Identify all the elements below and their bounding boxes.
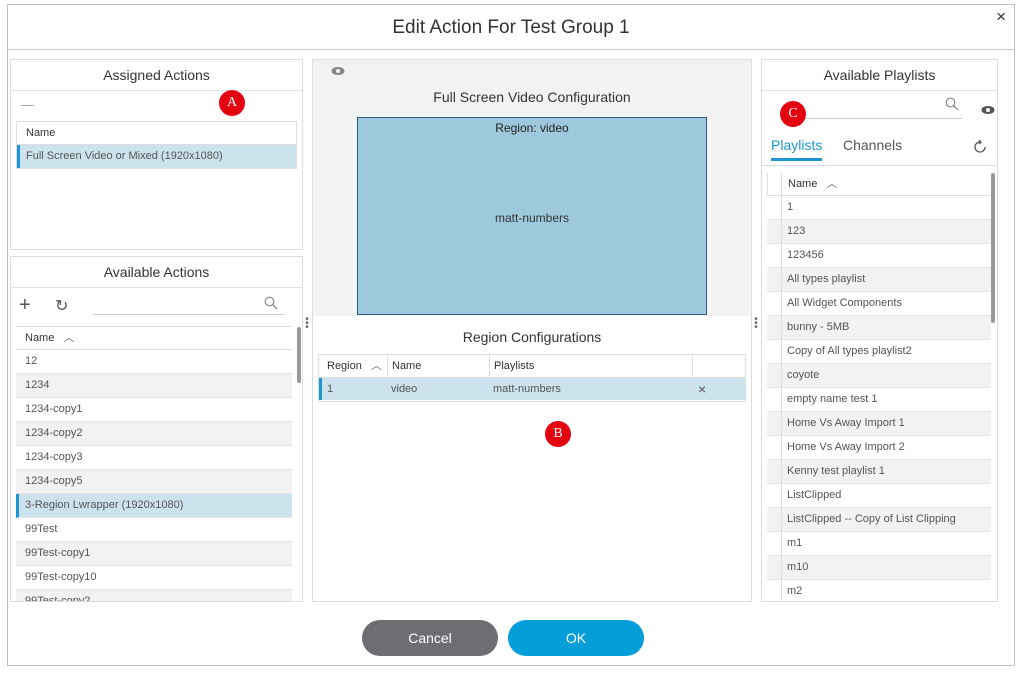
action-row[interactable]: 99Test-copy2: [16, 590, 292, 601]
eye-icon[interactable]: [331, 66, 345, 76]
action-row[interactable]: 1234-copy3: [16, 446, 292, 470]
region-video-box[interactable]: Region: video matt-numbers: [357, 117, 707, 315]
playlist-row[interactable]: All Widget Components: [767, 292, 991, 316]
available-actions-panel: Available Actions + ↻ Name ︿ 12 1234 123…: [10, 256, 303, 602]
playlist-row[interactable]: Home Vs Away Import 2: [767, 436, 991, 460]
header-divider: [692, 355, 693, 377]
region-playlist-label: matt-numbers: [494, 211, 570, 225]
playlists-search-input[interactable]: [802, 118, 962, 119]
remove-action-icon[interactable]: —: [11, 91, 302, 121]
playlist-row[interactable]: ListClipped -- Copy of List Clipping: [767, 508, 991, 532]
playlist-row[interactable]: m2: [767, 580, 991, 601]
playlist-row[interactable]: coyote: [767, 364, 991, 388]
row-name: video: [391, 383, 418, 395]
annotation-badge-b: B: [545, 421, 571, 447]
row-region: 1: [327, 383, 334, 395]
action-row[interactable]: 99Test-copy1: [16, 542, 292, 566]
region-config-table: Region ︿ Name Playlists 1 video matt-num…: [318, 354, 746, 402]
action-row[interactable]: 1234-copy5: [16, 470, 292, 494]
playlist-row[interactable]: Kenny test playlist 1: [767, 460, 991, 484]
region-configurations-title: Region Configurations: [462, 329, 602, 345]
playlist-row[interactable]: ListClipped: [767, 484, 991, 508]
tab-playlists[interactable]: Playlists: [771, 137, 823, 161]
assigned-actions-table: Name Full Screen Video or Mixed (1920x10…: [16, 121, 297, 169]
sort-asc-icon: ︿: [826, 178, 838, 190]
assigned-actions-panel: Assigned Actions — Name Full Screen Vide…: [10, 59, 303, 250]
action-row[interactable]: 1234-copy1: [16, 398, 292, 422]
playlists-tabs: Playlists Channels: [762, 131, 997, 166]
region-label: Region: video: [495, 121, 569, 135]
preview-title: Full Screen Video Configuration: [433, 89, 631, 105]
row-selector-column: [767, 173, 782, 601]
annotation-badge-a: A: [219, 90, 245, 116]
region-col-header[interactable]: Region ︿: [327, 355, 382, 377]
playlists-list: Name ︿ 1 123 123456 All types playlist A…: [767, 173, 991, 601]
eye-icon[interactable]: [981, 105, 995, 115]
action-row[interactable]: 1234: [16, 374, 292, 398]
playlist-row[interactable]: empty name test 1: [767, 388, 991, 412]
playlists-scrollbar[interactable]: [991, 173, 995, 323]
playlist-row[interactable]: 123: [767, 220, 991, 244]
actions-name-header[interactable]: Name ︿: [16, 327, 292, 350]
sort-asc-icon: ︿: [63, 332, 75, 344]
region-config-row[interactable]: 1 video matt-numbers ×: [319, 378, 745, 400]
actions-name-header-label: Name: [25, 332, 55, 344]
playlists-col-header[interactable]: Playlists: [489, 355, 534, 377]
region-col-header-label: Region: [327, 360, 362, 372]
right-splitter-handle[interactable]: • • •: [754, 315, 758, 333]
playlists-name-header[interactable]: Name ︿: [767, 173, 991, 196]
close-icon[interactable]: ×: [996, 7, 1006, 27]
search-icon[interactable]: [264, 296, 278, 310]
playlist-row[interactable]: Home Vs Away Import 1: [767, 412, 991, 436]
region-config-header: Region ︿ Name Playlists: [319, 355, 745, 378]
available-actions-toolbar: + ↻: [11, 288, 302, 326]
action-row[interactable]: 99Test-copy10: [16, 566, 292, 590]
search-icon[interactable]: [945, 97, 959, 111]
assigned-action-row[interactable]: Full Screen Video or Mixed (1920x1080): [17, 145, 296, 168]
assigned-name-header[interactable]: Name: [17, 122, 296, 145]
playlist-row[interactable]: Copy of All types playlist2: [767, 340, 991, 364]
center-panel: Full Screen Video Configuration Region: …: [312, 59, 752, 602]
playlist-row[interactable]: 1: [767, 196, 991, 220]
available-actions-list: Name ︿ 12 1234 1234-copy1 1234-copy2 123…: [16, 326, 292, 601]
cancel-button[interactable]: Cancel: [362, 620, 498, 656]
action-row[interactable]: 99Test: [16, 518, 292, 542]
ok-button[interactable]: OK: [508, 620, 644, 656]
remove-region-icon[interactable]: ×: [698, 378, 706, 400]
actions-scrollbar[interactable]: [297, 327, 301, 383]
row-playlist: matt-numbers: [493, 383, 561, 395]
tab-channels[interactable]: Channels: [843, 137, 902, 153]
playlist-row[interactable]: bunny - 5MB: [767, 316, 991, 340]
annotation-badge-c: C: [780, 101, 806, 127]
playlist-row[interactable]: m1: [767, 532, 991, 556]
action-row[interactable]: 12: [16, 350, 292, 374]
title-divider: [8, 49, 1014, 50]
action-row[interactable]: 1234-copy2: [16, 422, 292, 446]
playlist-row[interactable]: m10: [767, 556, 991, 580]
playlist-row[interactable]: All types playlist: [767, 268, 991, 292]
action-row-selected[interactable]: 3-Region Lwrapper (1920x1080): [16, 494, 292, 518]
available-actions-title: Available Actions: [103, 264, 210, 280]
playlist-row[interactable]: 123456: [767, 244, 991, 268]
playlists-name-header-label: Name: [788, 178, 818, 190]
sort-asc-icon: ︿: [370, 360, 382, 372]
add-icon[interactable]: +: [19, 294, 31, 317]
left-splitter-handle[interactable]: • • •: [305, 315, 309, 333]
refresh-icon[interactable]: [973, 140, 987, 154]
refresh-icon[interactable]: ↻: [55, 296, 68, 316]
dialog-title: Edit Action For Test Group 1: [392, 17, 630, 38]
name-col-header[interactable]: Name: [387, 355, 421, 377]
available-playlists-title: Available Playlists: [823, 67, 936, 83]
assigned-actions-title: Assigned Actions: [103, 67, 210, 83]
available-playlists-panel: Available Playlists Playlists Channels N…: [761, 59, 998, 602]
actions-search-input[interactable]: [93, 314, 285, 315]
